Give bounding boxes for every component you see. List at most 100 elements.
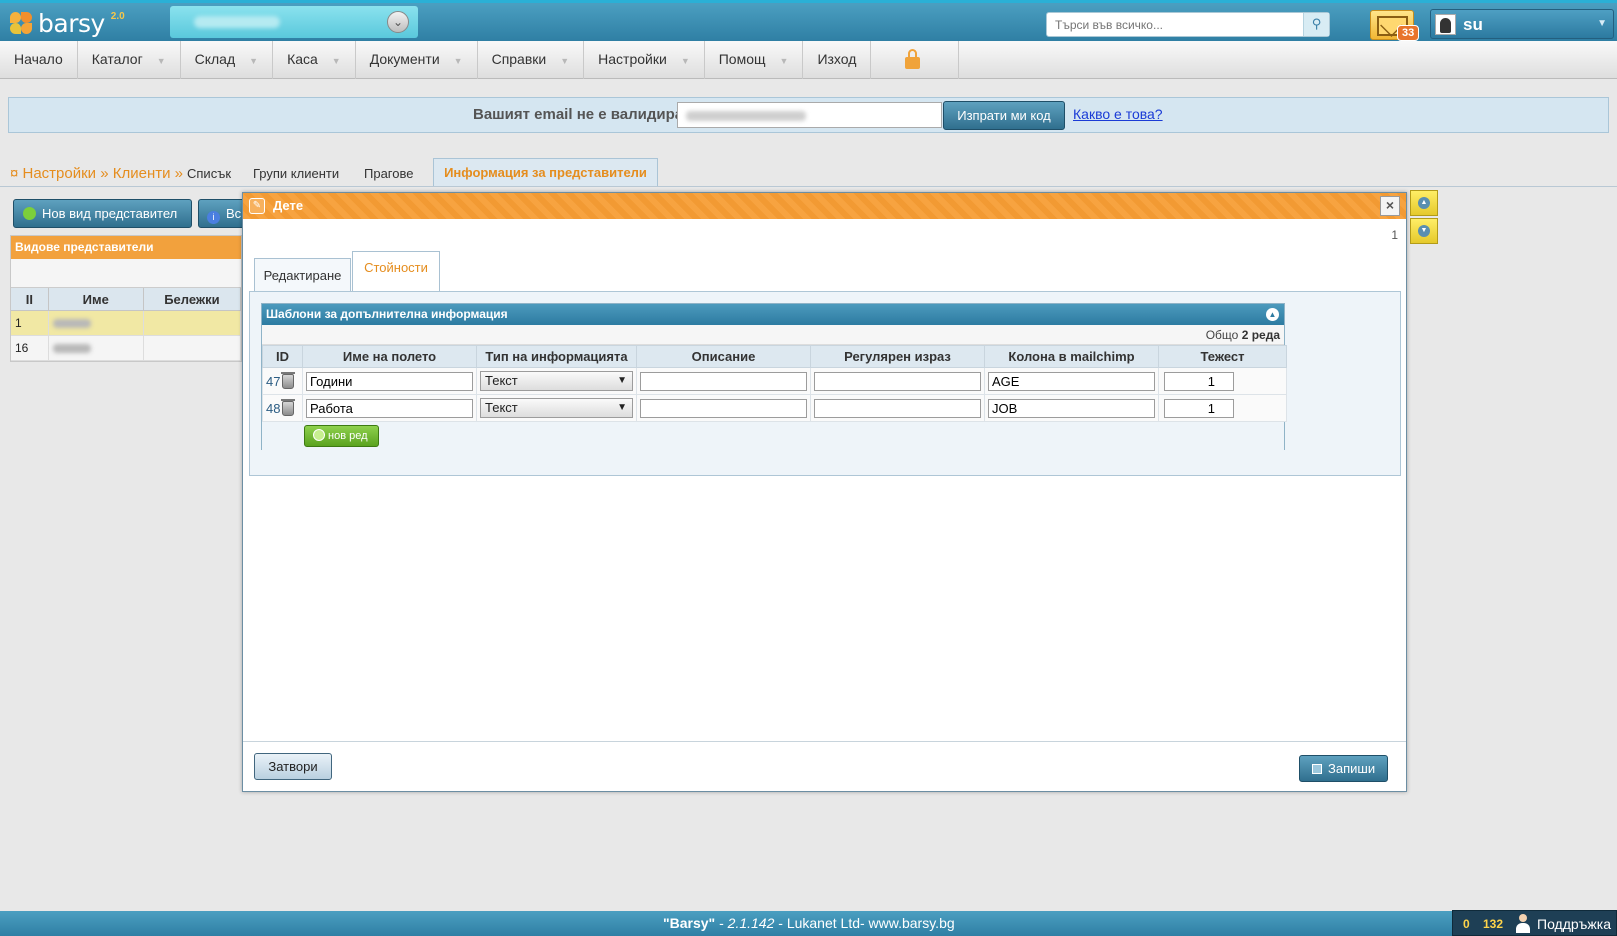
column-field-name[interactable]: Име на полето — [302, 345, 477, 368]
menu-item-label: Изход — [817, 51, 857, 67]
menu-item-help[interactable]: Помощ ▼ — [705, 41, 804, 79]
column-name[interactable]: Име — [49, 288, 144, 310]
new-representative-type-button[interactable]: Нов вид представител — [13, 199, 192, 228]
user-menu[interactable]: su ▼ — [1430, 9, 1614, 39]
footer-company[interactable]: - Lukanet Ltd- www.barsy.bg — [774, 915, 954, 931]
column-description[interactable]: Описание — [636, 345, 811, 368]
mailchimp-column-input[interactable] — [988, 371, 1155, 391]
menu-item-catalog[interactable]: Каталог ▼ — [78, 41, 181, 79]
arrow-up-icon: ▲ — [1418, 197, 1430, 209]
tab-divider — [0, 186, 1617, 187]
row-name-redacted — [49, 336, 144, 360]
dialog-title: Дете — [273, 198, 304, 213]
menu-item-documents[interactable]: Документи ▼ — [356, 41, 478, 79]
caret-down-icon: ▼ — [680, 56, 690, 66]
menu-item-settings[interactable]: Настройки ▼ — [584, 41, 705, 79]
search-input[interactable] — [1053, 14, 1303, 35]
row-notes — [144, 311, 241, 335]
caret-down-icon: ▼ — [156, 56, 166, 66]
mailchimp-column-input[interactable] — [988, 398, 1155, 418]
column-weight[interactable]: Тежест — [1158, 345, 1287, 368]
menu-item-reports[interactable]: Справки ▼ — [478, 41, 585, 79]
dialog-footer-divider — [243, 741, 1406, 742]
column-notes[interactable]: Бележки — [144, 288, 241, 310]
child-dialog: ✎ Дете × 1 Редактиране Стойности Шаблони… — [242, 192, 1407, 792]
column-id[interactable]: II — [11, 288, 49, 310]
support-count-open: 0 — [1463, 917, 1470, 931]
tab-representatives-info[interactable]: Информация за представители — [433, 158, 658, 186]
support-widget[interactable]: 0 132 Поддръжка — [1452, 910, 1617, 936]
select-value: Текст — [485, 373, 518, 388]
messages-button[interactable]: 33 — [1370, 10, 1420, 41]
save-button[interactable]: Запиши — [1299, 755, 1388, 782]
table-row[interactable]: 1 — [11, 311, 241, 336]
weight-input[interactable] — [1164, 398, 1234, 418]
column-info-type[interactable]: Тип на информацията — [476, 345, 637, 368]
support-count-total: 132 — [1483, 917, 1504, 931]
chevron-down-icon[interactable]: ⌄ — [387, 11, 409, 33]
dropdown-arrow-icon: ▼ — [617, 402, 627, 413]
collapse-icon[interactable]: ▲ — [1266, 308, 1279, 321]
trash-icon[interactable] — [281, 398, 296, 416]
email-field[interactable] — [677, 102, 942, 128]
menu-item-exit[interactable]: Изход — [803, 41, 872, 79]
tab-edit[interactable]: Редактиране — [254, 258, 351, 292]
what-is-this-link[interactable]: Какво е това? — [1073, 106, 1163, 122]
values-tab-content: Шаблони за допълнителна информация ▲ Общ… — [249, 291, 1401, 476]
email-redacted — [686, 111, 806, 121]
lock-icon-body — [905, 57, 921, 69]
menu-item-home[interactable]: Начало — [0, 41, 78, 79]
weight-input[interactable] — [1164, 371, 1234, 391]
column-id[interactable]: ID — [262, 345, 303, 368]
barsy-logo[interactable]: barsy 2.0 — [8, 7, 125, 39]
templates-footer: нов ред — [262, 422, 1284, 450]
total-value: 2 реда — [1241, 328, 1280, 342]
trash-icon[interactable] — [281, 371, 296, 389]
lock-menu-button[interactable] — [871, 41, 960, 79]
panel-toolbar — [11, 259, 241, 288]
description-input[interactable] — [640, 371, 807, 391]
caret-down-icon: ▼ — [249, 56, 259, 66]
send-code-button[interactable]: Изпрати ми код — [943, 101, 1065, 130]
footer-text: "Barsy" - 2.1.142 - Lukanet Ltd- www.bar… — [663, 915, 955, 931]
close-button[interactable]: Затвори — [254, 753, 332, 780]
info-type-select[interactable]: Текст ▼ — [480, 398, 633, 418]
search-icon[interactable]: ⚲ — [1303, 13, 1329, 36]
button-label: Запиши — [1328, 761, 1376, 776]
new-row-button[interactable]: нов ред — [304, 425, 379, 447]
description-input[interactable] — [640, 398, 807, 418]
menu-item-label: Настройки — [598, 51, 667, 67]
field-name-input[interactable] — [306, 371, 473, 391]
button-label: Нов вид представител — [42, 206, 178, 221]
field-name-input[interactable] — [306, 398, 473, 418]
menu-item-label: Документи — [369, 51, 440, 67]
scroll-up-button[interactable]: ▲ — [1410, 190, 1438, 216]
tab-client-groups[interactable]: Групи клиенти — [253, 166, 339, 181]
row-id-cell: 48 — [266, 398, 299, 416]
row-notes — [144, 336, 241, 360]
table-row[interactable]: 16 — [11, 336, 241, 361]
breadcrumb[interactable]: ¤ Настройки » Клиенти » — [10, 165, 183, 182]
menu-item-cashbox[interactable]: Каса ▼ — [273, 41, 356, 79]
footer-brand: "Barsy" — [663, 915, 716, 931]
regex-input[interactable] — [814, 371, 981, 391]
close-icon[interactable]: × — [1380, 196, 1400, 216]
top-bar: barsy 2.0 ⌄ ⚲ 33 su ▼ — [0, 0, 1617, 41]
tab-list[interactable]: Списък — [187, 166, 231, 181]
regex-input[interactable] — [814, 398, 981, 418]
menu-item-warehouse[interactable]: Склад ▼ — [181, 41, 274, 79]
all-button[interactable]: i Вс — [198, 199, 248, 228]
barsy-logo-icon — [8, 10, 34, 36]
scroll-down-button[interactable]: ▼ — [1410, 218, 1438, 244]
email-warning-message: Вашият email не е валидиран! — [473, 106, 698, 123]
menu-item-label: Склад — [194, 51, 236, 67]
organization-select[interactable]: ⌄ — [170, 6, 418, 38]
footer: "Barsy" - 2.1.142 - Lukanet Ltd- www.bar… — [0, 911, 1617, 936]
record-counter: 1 — [1391, 228, 1398, 242]
tab-values[interactable]: Стойности — [352, 251, 440, 292]
info-type-select[interactable]: Текст ▼ — [480, 371, 633, 391]
column-regex[interactable]: Регулярен израз — [810, 345, 985, 368]
column-mailchimp[interactable]: Колона в mailchimp — [984, 345, 1159, 368]
tab-thresholds[interactable]: Прагове — [364, 166, 413, 181]
arrow-down-icon: ▼ — [1418, 225, 1430, 237]
